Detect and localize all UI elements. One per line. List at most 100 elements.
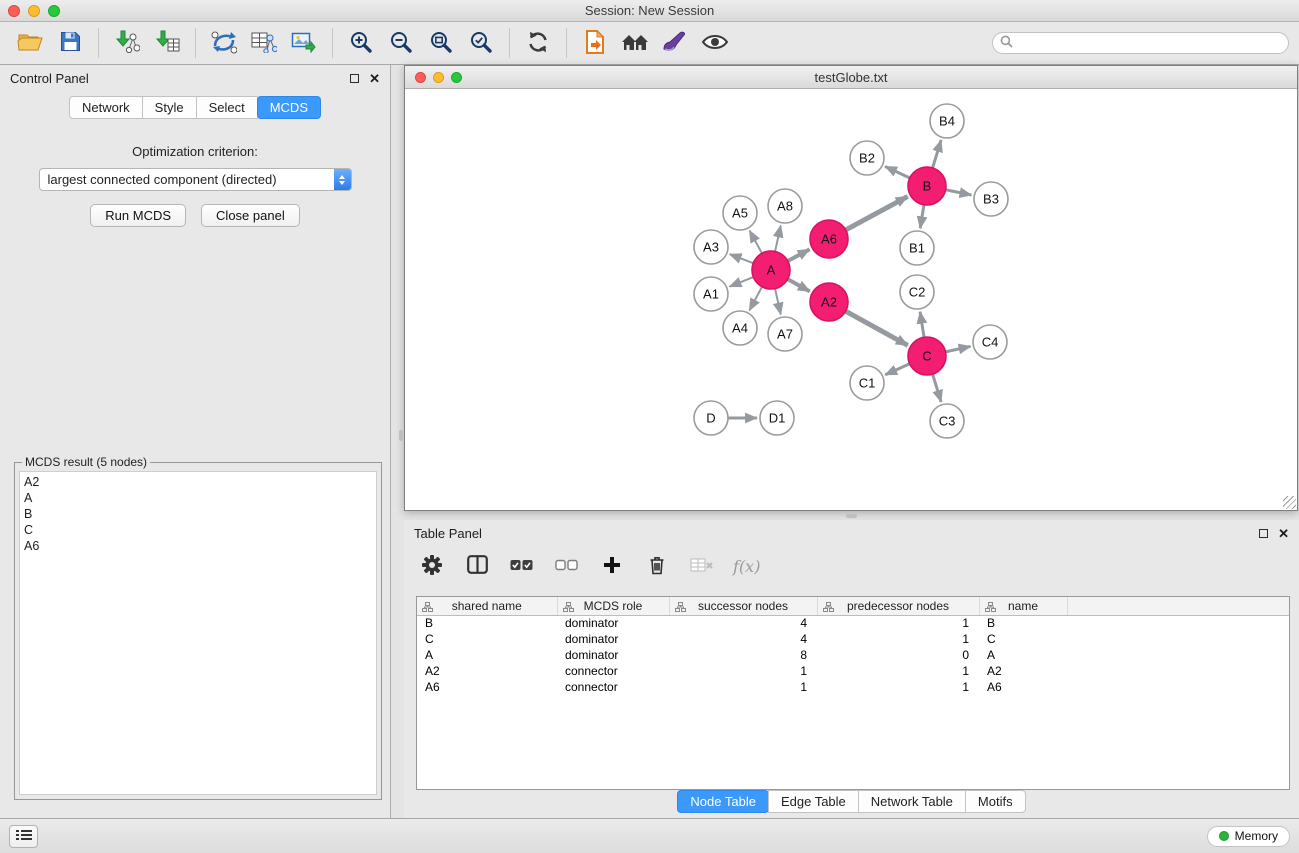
table-cell[interactable]: 1 [817,631,979,647]
table-cell[interactable]: A [417,647,557,663]
table-cell[interactable]: A6 [417,679,557,695]
node-A2[interactable]: A2 [810,283,848,321]
edge-C-C4[interactable] [946,346,971,352]
horizontal-splitter-handle[interactable] [846,514,857,518]
float-table-panel-icon[interactable] [1259,529,1268,538]
table-cell[interactable]: C [417,631,557,647]
task-history-button[interactable] [9,825,38,848]
export-image-button[interactable] [284,25,324,61]
table-cell[interactable]: A2 [417,663,557,679]
edge-C-C2[interactable] [920,312,924,337]
minimize-network-window-button[interactable] [433,72,444,83]
refresh-button[interactable] [518,25,558,61]
edge-A-A1[interactable] [730,277,754,287]
node-B2[interactable]: B2 [850,141,884,175]
edge-C-C3[interactable] [933,374,942,402]
edge-A-A5[interactable] [750,231,762,254]
table-cell[interactable]: C [979,631,1067,647]
toggle-view-button[interactable] [695,25,735,61]
node-A7[interactable]: A7 [768,317,802,351]
edge-A-A7[interactable] [775,289,781,315]
table-cell[interactable]: 4 [669,631,817,647]
column-header-name[interactable]: name [979,597,1067,615]
table-cell[interactable]: 1 [669,663,817,679]
network-canvas[interactable]: B4B2BB3A5A8A6B1A3AC2A1A2A4A7C4CC1C3DD1 [405,89,1297,510]
table-row[interactable]: A6connector11A6 [417,679,1289,695]
table-cell[interactable]: 1 [669,679,817,695]
table-row[interactable]: A2connector11A2 [417,663,1289,679]
table-cell[interactable]: dominator [557,615,669,631]
edge-A-A6[interactable] [788,249,810,261]
table-cell[interactable]: connector [557,663,669,679]
edge-B-B3[interactable] [946,190,972,195]
node-B1[interactable]: B1 [900,231,934,265]
node-C1[interactable]: C1 [850,366,884,400]
table-cell[interactable]: B [417,615,557,631]
table-row[interactable]: Adominator80A [417,647,1289,663]
minimize-window-button[interactable] [28,5,40,17]
open-session-button[interactable] [10,25,50,61]
tab-network-table[interactable]: Network Table [858,790,966,813]
node-B3[interactable]: B3 [974,182,1008,216]
home-button[interactable] [615,25,655,61]
mcds-result-item[interactable]: A6 [24,538,372,554]
delete-table-button[interactable] [688,548,716,584]
attribute-table[interactable]: shared nameMCDS rolesuccessor nodesprede… [417,597,1289,695]
edge-A2-C[interactable] [846,311,908,345]
table-cell[interactable]: 1 [817,663,979,679]
mcds-result-item[interactable]: A2 [24,474,372,490]
table-cell[interactable]: connector [557,679,669,695]
mcds-result-list[interactable]: A2ABCA6 [19,471,377,795]
node-B4[interactable]: B4 [930,104,964,138]
vertical-splitter-handle[interactable] [399,430,403,441]
import-table-url-button[interactable] [244,25,284,61]
node-C3[interactable]: C3 [930,404,964,438]
zoom-in-button[interactable] [341,25,381,61]
node-C2[interactable]: C2 [900,275,934,309]
tab-network[interactable]: Network [69,96,143,119]
table-cell[interactable]: A [979,647,1067,663]
tab-edge-table[interactable]: Edge Table [768,790,859,813]
select-all-columns-button[interactable] [508,548,536,584]
column-header-MCDS-role[interactable]: MCDS role [557,597,669,615]
zoom-out-button[interactable] [381,25,421,61]
mcds-result-item[interactable]: B [24,506,372,522]
table-cell[interactable]: 1 [817,615,979,631]
column-header-predecessor-nodes[interactable]: predecessor nodes [817,597,979,615]
table-cell[interactable]: dominator [557,647,669,663]
tab-node-table[interactable]: Node Table [677,790,769,813]
edge-A-A3[interactable] [730,254,754,263]
table-cell[interactable]: dominator [557,631,669,647]
table-settings-button[interactable] [418,548,446,584]
memory-button[interactable]: Memory [1207,826,1290,847]
table-cell[interactable]: B [979,615,1067,631]
table-row[interactable]: Cdominator41C [417,631,1289,647]
node-A5[interactable]: A5 [723,196,757,230]
delete-column-button[interactable] [643,548,671,584]
close-window-button[interactable] [8,5,20,17]
node-C4[interactable]: C4 [973,325,1007,359]
create-column-button[interactable] [598,548,626,584]
network-graph[interactable]: B4B2BB3A5A8A6B1A3AC2A1A2A4A7C4CC1C3DD1 [405,89,1296,509]
close-panel-icon[interactable]: ✕ [369,72,380,85]
zoom-network-window-button[interactable] [451,72,462,83]
node-D1[interactable]: D1 [760,401,794,435]
zoom-window-button[interactable] [48,5,60,17]
edge-B-B4[interactable] [933,140,942,168]
mcds-result-item[interactable]: C [24,522,372,538]
import-network-url-button[interactable] [204,25,244,61]
node-A1[interactable]: A1 [694,277,728,311]
table-cell[interactable]: 4 [669,615,817,631]
zoom-selected-button[interactable] [461,25,501,61]
node-A6[interactable]: A6 [810,220,848,258]
run-mcds-button[interactable]: Run MCDS [90,204,186,227]
zoom-fit-button[interactable] [421,25,461,61]
session-document-button[interactable] [575,25,615,61]
window-resize-grip[interactable] [1283,496,1296,509]
tab-mcds[interactable]: MCDS [257,96,321,119]
table-cell[interactable]: 1 [817,679,979,695]
close-panel-button[interactable]: Close panel [201,204,300,227]
close-network-window-button[interactable] [415,72,426,83]
search-input[interactable] [1018,36,1281,50]
edge-C-C1[interactable] [885,364,909,375]
